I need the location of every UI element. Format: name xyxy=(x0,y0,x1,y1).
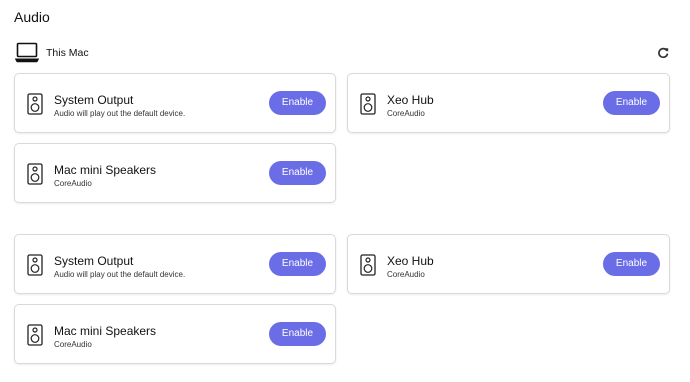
speaker-icon xyxy=(360,254,376,276)
output-name: Xeo Hub xyxy=(387,254,434,268)
refresh-icon[interactable] xyxy=(656,46,670,60)
output-name: Xeo Hub xyxy=(387,93,434,107)
speaker-icon xyxy=(360,93,376,115)
output-card-mac-mini-speakers: Mac mini Speakers CoreAudio Enable xyxy=(14,304,336,364)
output-subtitle: CoreAudio xyxy=(387,109,425,118)
speaker-icon xyxy=(27,93,43,115)
enable-button[interactable]: Enable xyxy=(269,91,326,115)
output-subtitle: CoreAudio xyxy=(54,179,92,188)
output-card-xeo-hub: Xeo Hub CoreAudio Enable xyxy=(347,234,670,294)
speaker-icon xyxy=(27,324,43,346)
output-name: Mac mini Speakers xyxy=(54,163,157,177)
laptop-icon xyxy=(14,42,40,63)
device-name: This Mac xyxy=(46,47,89,59)
output-subtitle: CoreAudio xyxy=(54,340,92,349)
output-subtitle: Audio will play out the default device. xyxy=(54,270,186,279)
enable-button[interactable]: Enable xyxy=(603,91,660,115)
enable-button[interactable]: Enable xyxy=(269,161,326,185)
output-card-xeo-hub: Xeo Hub CoreAudio Enable xyxy=(347,73,670,133)
enable-button[interactable]: Enable xyxy=(603,252,660,276)
output-card-system-output: System Output Audio will play out the de… xyxy=(14,73,336,133)
enable-button[interactable]: Enable xyxy=(269,322,326,346)
audio-page: Audio This Mac System Output Audio will … xyxy=(0,0,690,382)
output-name: System Output xyxy=(54,254,134,268)
output-name: Mac mini Speakers xyxy=(54,324,157,338)
output-name: System Output xyxy=(54,93,134,107)
output-card-system-output: System Output Audio will play out the de… xyxy=(14,234,336,294)
speaker-icon xyxy=(27,254,43,276)
page-title: Audio xyxy=(14,9,50,25)
output-subtitle: Audio will play out the default device. xyxy=(54,109,186,118)
output-subtitle: CoreAudio xyxy=(387,270,425,279)
speaker-icon xyxy=(27,163,43,185)
enable-button[interactable]: Enable xyxy=(269,252,326,276)
device-header: This Mac xyxy=(14,42,89,64)
output-card-mac-mini-speakers: Mac mini Speakers CoreAudio Enable xyxy=(14,143,336,203)
